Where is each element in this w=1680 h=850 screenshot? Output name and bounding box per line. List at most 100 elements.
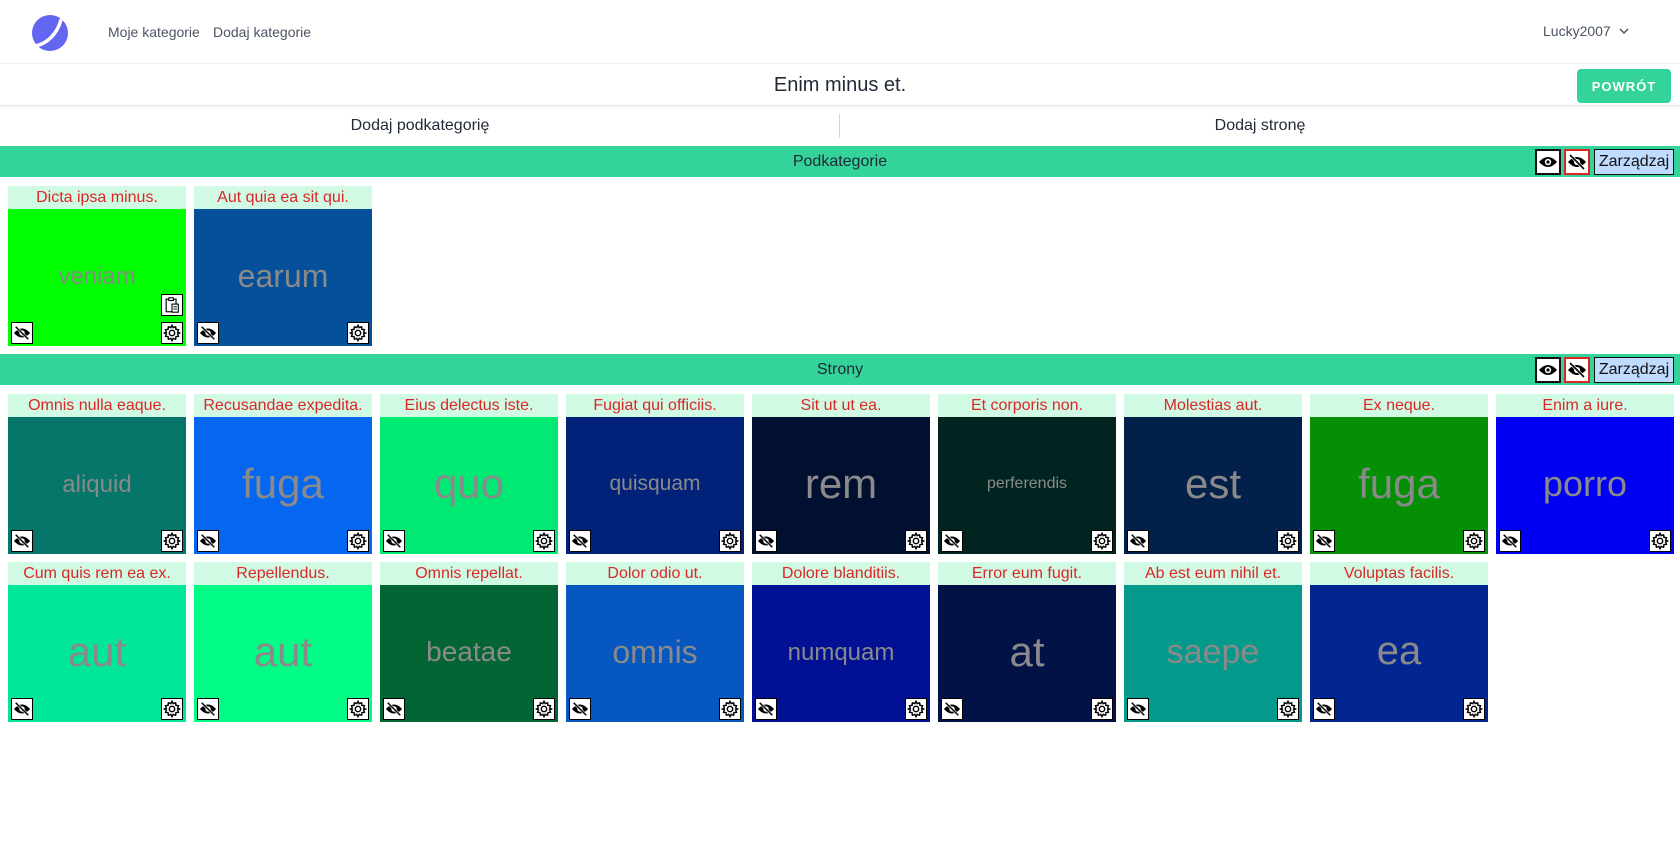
card-thumbnail[interactable]: rem [752, 417, 930, 554]
card-thumbnail[interactable]: quo [380, 417, 558, 554]
eye-slash-icon[interactable] [1313, 530, 1335, 552]
eye-slash-icon[interactable] [1499, 530, 1521, 552]
card-thumbnail-word: beatae [426, 636, 512, 668]
card-title[interactable]: Molestias aut. [1124, 394, 1302, 417]
category-card: Error eum fugit. at [938, 562, 1116, 722]
eye-slash-icon[interactable] [11, 530, 33, 552]
gear-icon[interactable] [1091, 698, 1113, 720]
card-thumbnail[interactable]: quisquam [566, 417, 744, 554]
gear-icon[interactable] [1277, 698, 1299, 720]
card-title[interactable]: Voluptas facilis. [1310, 562, 1488, 585]
back-button[interactable]: POWRÓT [1577, 69, 1671, 103]
eye-slash-icon[interactable] [1127, 530, 1149, 552]
gear-icon[interactable] [161, 322, 183, 344]
card-title[interactable]: Omnis nulla eaque. [8, 394, 186, 417]
gear-icon[interactable] [161, 698, 183, 720]
card-title[interactable]: Error eum fugit. [938, 562, 1116, 585]
gear-icon[interactable] [719, 530, 741, 552]
nav-my-categories[interactable]: Moje kategorie [108, 24, 200, 40]
card-title[interactable]: Ab est eum nihil et. [1124, 562, 1302, 585]
gear-icon[interactable] [1463, 698, 1485, 720]
hide-all-subcategories-button[interactable] [1564, 149, 1590, 175]
card-title[interactable]: Ex neque. [1310, 394, 1488, 417]
eye-slash-icon[interactable] [11, 698, 33, 720]
eye-slash-icon[interactable] [1127, 698, 1149, 720]
card-thumbnail[interactable]: aut [194, 585, 372, 722]
nav-add-category[interactable]: Dodaj kategorie [213, 24, 311, 40]
card-thumbnail[interactable]: aut [8, 585, 186, 722]
card-title[interactable]: Dolor odio ut. [566, 562, 744, 585]
gear-icon[interactable] [347, 698, 369, 720]
gear-icon[interactable] [161, 530, 183, 552]
card-title[interactable]: Aut quia ea sit qui. [194, 186, 372, 209]
card-thumbnail[interactable]: numquam [752, 585, 930, 722]
manage-pages-button[interactable]: Zarządzaj [1594, 357, 1674, 383]
card-thumbnail[interactable]: veniam [8, 209, 186, 346]
card-thumbnail[interactable]: beatae [380, 585, 558, 722]
add-subcategory-link[interactable]: Dodaj podkategorię [0, 117, 840, 135]
gear-icon[interactable] [347, 530, 369, 552]
card-title[interactable]: Omnis repellat. [380, 562, 558, 585]
eye-slash-icon[interactable] [11, 322, 33, 344]
hide-all-pages-button[interactable] [1564, 357, 1590, 383]
card-thumbnail-word: ea [1376, 629, 1422, 673]
card-title[interactable]: Dicta ipsa minus. [8, 186, 186, 209]
eye-slash-icon[interactable] [755, 530, 777, 552]
card-title[interactable]: Eius delectus iste. [380, 394, 558, 417]
eye-slash-icon[interactable] [569, 698, 591, 720]
card-thumbnail[interactable]: est [1124, 417, 1302, 554]
eye-slash-icon[interactable] [941, 698, 963, 720]
eye-slash-icon[interactable] [569, 530, 591, 552]
card-thumbnail[interactable]: at [938, 585, 1116, 722]
category-card: Et corporis non. perferendis [938, 394, 1116, 554]
category-card: Eius delectus iste. quo [380, 394, 558, 554]
manage-subcategories-button[interactable]: Zarządzaj [1594, 149, 1674, 175]
card-thumbnail[interactable]: earum [194, 209, 372, 346]
gear-icon[interactable] [1649, 530, 1671, 552]
card-thumbnail-word: omnis [612, 633, 698, 670]
gear-icon[interactable] [533, 698, 555, 720]
eye-slash-icon[interactable] [197, 698, 219, 720]
card-title[interactable]: Enim a iure. [1496, 394, 1674, 417]
gear-icon[interactable] [905, 530, 927, 552]
card-thumbnail[interactable]: omnis [566, 585, 744, 722]
card-thumbnail[interactable]: saepe [1124, 585, 1302, 722]
app-logo[interactable] [31, 14, 69, 52]
clipboard-icon[interactable] [161, 294, 183, 316]
eye-slash-icon[interactable] [197, 322, 219, 344]
card-thumbnail[interactable]: porro [1496, 417, 1674, 554]
card-thumbnail[interactable]: ea [1310, 585, 1488, 722]
eye-slash-icon[interactable] [383, 698, 405, 720]
add-page-link[interactable]: Dodaj stronę [840, 117, 1680, 135]
card-title[interactable]: Et corporis non. [938, 394, 1116, 417]
gear-icon[interactable] [347, 322, 369, 344]
card-thumbnail-word: saepe [1166, 632, 1260, 671]
category-card: Voluptas facilis. ea [1310, 562, 1488, 722]
eye-slash-icon[interactable] [1313, 698, 1335, 720]
gear-icon[interactable] [1277, 530, 1299, 552]
eye-slash-icon[interactable] [383, 530, 405, 552]
eye-icon [1539, 157, 1557, 167]
card-thumbnail[interactable]: fuga [194, 417, 372, 554]
eye-slash-icon[interactable] [755, 698, 777, 720]
card-title[interactable]: Repellendus. [194, 562, 372, 585]
user-menu[interactable]: Lucky2007 [1543, 23, 1629, 39]
card-thumbnail-word: earum [237, 257, 329, 294]
card-title[interactable]: Dolore blanditiis. [752, 562, 930, 585]
card-title[interactable]: Fugiat qui officiis. [566, 394, 744, 417]
gear-icon[interactable] [533, 530, 555, 552]
card-thumbnail[interactable]: perferendis [938, 417, 1116, 554]
eye-slash-icon[interactable] [197, 530, 219, 552]
gear-icon[interactable] [719, 698, 741, 720]
card-thumbnail[interactable]: aliquid [8, 417, 186, 554]
gear-icon[interactable] [1463, 530, 1485, 552]
gear-icon[interactable] [905, 698, 927, 720]
eye-slash-icon[interactable] [941, 530, 963, 552]
card-title[interactable]: Recusandae expedita. [194, 394, 372, 417]
show-all-pages-button[interactable] [1535, 357, 1561, 383]
card-title[interactable]: Sit ut ut ea. [752, 394, 930, 417]
show-all-subcategories-button[interactable] [1535, 149, 1561, 175]
gear-icon[interactable] [1091, 530, 1113, 552]
card-thumbnail[interactable]: fuga [1310, 417, 1488, 554]
card-title[interactable]: Cum quis rem ea ex. [8, 562, 186, 585]
